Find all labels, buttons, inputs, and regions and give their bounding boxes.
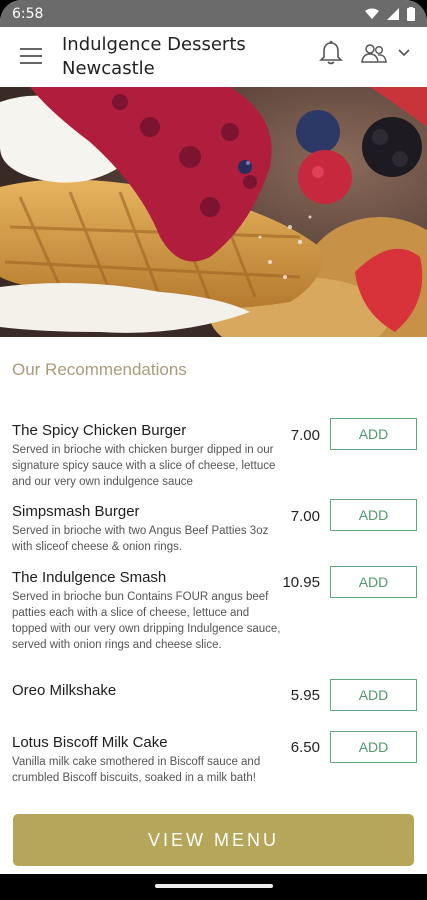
menu-item-price: 5.95 bbox=[290, 687, 320, 704]
menu-item: The Indulgence Smash Served in brioche b… bbox=[12, 566, 417, 653]
home-indicator[interactable] bbox=[155, 884, 273, 888]
view-menu-button[interactable]: VIEW MENU bbox=[13, 814, 414, 866]
battery-icon bbox=[407, 6, 415, 21]
menu-item-description: Vanilla milk cake smothered in Biscoff s… bbox=[12, 756, 261, 784]
store-title: Indulgence Desserts Newcastle bbox=[62, 33, 246, 81]
menu-item: Simpsmash Burger Served in brioche with … bbox=[12, 499, 417, 555]
recommendations-title: Our Recommendations bbox=[12, 360, 187, 379]
waffle-dessert-photo bbox=[0, 87, 427, 337]
chevron-down-icon[interactable] bbox=[398, 49, 410, 57]
menu-item-description: Served in brioche bun Contains FOUR angu… bbox=[12, 591, 281, 651]
app-screen: 6:58 Indulgence Desserts Newcastle Our R… bbox=[0, 0, 427, 900]
app-header: Indulgence Desserts Newcastle bbox=[0, 27, 427, 87]
store-title-line1: Indulgence Desserts bbox=[62, 34, 246, 55]
system-nav-bar bbox=[0, 874, 427, 900]
menu-item-price: 7.00 bbox=[290, 427, 320, 444]
menu-item-price: 7.00 bbox=[290, 508, 320, 525]
menu-item-description: Served in brioche with two Angus Beef Pa… bbox=[12, 525, 269, 553]
status-bar: 6:58 bbox=[0, 0, 427, 27]
signal-icon bbox=[387, 7, 399, 20]
add-button[interactable]: ADD bbox=[330, 499, 417, 531]
menu-item: Lotus Biscoff Milk Cake Vanilla milk cak… bbox=[12, 731, 417, 786]
menu-item-description: Served in brioche with chicken burger di… bbox=[12, 444, 276, 488]
hamburger-icon[interactable] bbox=[20, 48, 42, 64]
menu-item-price: 6.50 bbox=[290, 739, 320, 756]
add-button[interactable]: ADD bbox=[330, 731, 417, 763]
hero-image bbox=[0, 87, 427, 337]
add-button[interactable]: ADD bbox=[330, 566, 417, 598]
menu-item-price: 10.95 bbox=[282, 574, 320, 591]
store-title-line2: Newcastle bbox=[62, 58, 155, 79]
status-time: 6:58 bbox=[12, 5, 44, 22]
menu-item: The Spicy Chicken Burger Served in brioc… bbox=[12, 418, 417, 490]
bell-icon[interactable] bbox=[319, 40, 343, 66]
wifi-icon bbox=[365, 8, 379, 19]
menu-item: Oreo Milkshake 5.95 ADD bbox=[12, 679, 417, 711]
status-icons bbox=[365, 6, 415, 21]
user-group-icon[interactable] bbox=[361, 43, 387, 63]
add-button[interactable]: ADD bbox=[330, 679, 417, 711]
add-button[interactable]: ADD bbox=[330, 418, 417, 450]
